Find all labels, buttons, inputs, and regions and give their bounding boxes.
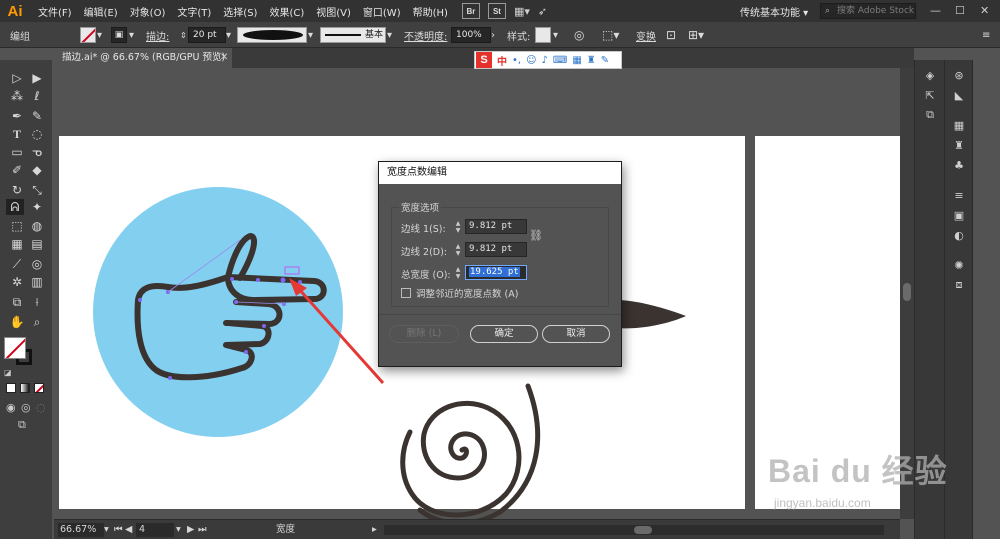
- emoji-icon[interactable]: ☺: [526, 55, 536, 66]
- panel-dock-3: [972, 60, 1000, 539]
- side1-label: 边线 1(S):: [401, 224, 446, 235]
- total-width-input[interactable]: 19.625 pt: [465, 265, 527, 280]
- ime-mode-toggle[interactable]: 中: [497, 53, 507, 68]
- current-tool-label: 宽度: [276, 524, 296, 535]
- stroke-panel-icon[interactable]: ≡: [951, 188, 967, 202]
- watermark-logo: Bai du 经验: [768, 453, 948, 489]
- artboard-dropdown-icon[interactable]: ▾: [176, 520, 181, 539]
- adjust-adjacent-label: 调整邻近的宽度点数 (A): [416, 289, 519, 300]
- delete-button[interactable]: 删除 (L): [389, 325, 459, 343]
- swatches-panel-icon[interactable]: ▦: [951, 118, 967, 132]
- side2-spinner-icon[interactable]: ▲ ▼: [454, 243, 462, 257]
- cancel-button[interactable]: 取消: [542, 325, 610, 343]
- appearance-panel-icon[interactable]: ⊛: [951, 68, 967, 82]
- zoom-level-field[interactable]: 66.67%: [58, 523, 104, 537]
- punctuation-icon[interactable]: •,: [512, 55, 521, 66]
- gradient-panel-icon[interactable]: ▣: [951, 208, 967, 222]
- settings-wrench-icon[interactable]: ✎: [601, 55, 609, 66]
- color-guide-panel-icon[interactable]: ◣: [951, 88, 967, 102]
- width-point-edit-dialog: 宽度点数编辑 宽度选项 边线 1(S): ▲ ▼ 9.812 pt 边线 2(D)…: [378, 161, 622, 367]
- side2-label: 边线 2(D):: [401, 247, 447, 258]
- link-sides-icon[interactable]: ⛓: [529, 229, 543, 242]
- horizontal-scrollbar-thumb[interactable]: [634, 526, 652, 534]
- watermark-url: jingyan.baidu.com: [774, 496, 871, 510]
- keyboard-icon[interactable]: ⌨: [553, 55, 567, 66]
- side1-spinner-icon[interactable]: ▲ ▼: [454, 220, 462, 234]
- ok-button[interactable]: 确定: [470, 325, 538, 343]
- export-panel-icon[interactable]: ⇱: [922, 88, 938, 102]
- artboard-number-field[interactable]: 4: [136, 523, 174, 537]
- artboards-panel-icon[interactable]: ⧉: [922, 108, 938, 122]
- sogou-logo[interactable]: S: [476, 52, 492, 68]
- symbols-panel-icon[interactable]: ♣: [951, 158, 967, 172]
- vertical-scrollbar-thumb[interactable]: [903, 283, 911, 301]
- next-artboard-icon[interactable]: ▶: [187, 520, 194, 539]
- transparency-panel-icon[interactable]: ◐: [951, 228, 967, 242]
- status-bar: 66.67% ▾ ⏮ ◀ 4 ▾ ▶ ⏭ 宽度 ▸: [54, 519, 900, 539]
- status-menu-icon[interactable]: ▸: [372, 520, 377, 539]
- brush-stroke-shape[interactable]: [616, 300, 686, 329]
- side1-input[interactable]: 9.812 pt: [465, 219, 527, 234]
- dialog-separator: [379, 314, 621, 315]
- zoom-dropdown-icon[interactable]: ▾: [104, 520, 109, 539]
- layers-panel-icon[interactable]: ◈: [922, 68, 938, 82]
- horizontal-scrollbar[interactable]: [384, 525, 884, 535]
- baidu-watermark: Bai du 经验 jingyan.baidu.com: [760, 436, 970, 516]
- adjust-adjacent-checkbox[interactable]: [401, 288, 411, 298]
- total-width-spinner-icon[interactable]: ▲ ▼: [454, 266, 462, 280]
- voice-icon[interactable]: ♪: [542, 55, 548, 66]
- blue-circle-shape[interactable]: [93, 187, 343, 437]
- total-width-label: 总宽度 (O):: [401, 270, 451, 281]
- ime-toolbar: S 中 •, ☺ ♪ ⌨ ▦ ♜ ✎: [474, 51, 622, 69]
- width-options-title: 宽度选项: [399, 200, 442, 214]
- last-artboard-icon[interactable]: ⏭: [198, 520, 207, 539]
- side2-input[interactable]: 9.812 pt: [465, 242, 527, 257]
- graphic-styles-panel-icon[interactable]: ✺: [951, 258, 967, 272]
- total-width-value: 19.625 pt: [469, 267, 520, 277]
- previous-artboard-icon[interactable]: ◀: [125, 520, 132, 539]
- spiral-shape[interactable]: [400, 400, 522, 518]
- toolbox-icon[interactable]: ▦: [572, 55, 581, 66]
- dialog-title[interactable]: 宽度点数编辑: [379, 162, 621, 184]
- brushes-panel-icon[interactable]: ♜: [951, 138, 967, 152]
- first-artboard-icon[interactable]: ⏮: [114, 520, 123, 539]
- skin-icon[interactable]: ♜: [587, 55, 596, 66]
- image-trace-panel-icon[interactable]: ⧈: [951, 278, 967, 292]
